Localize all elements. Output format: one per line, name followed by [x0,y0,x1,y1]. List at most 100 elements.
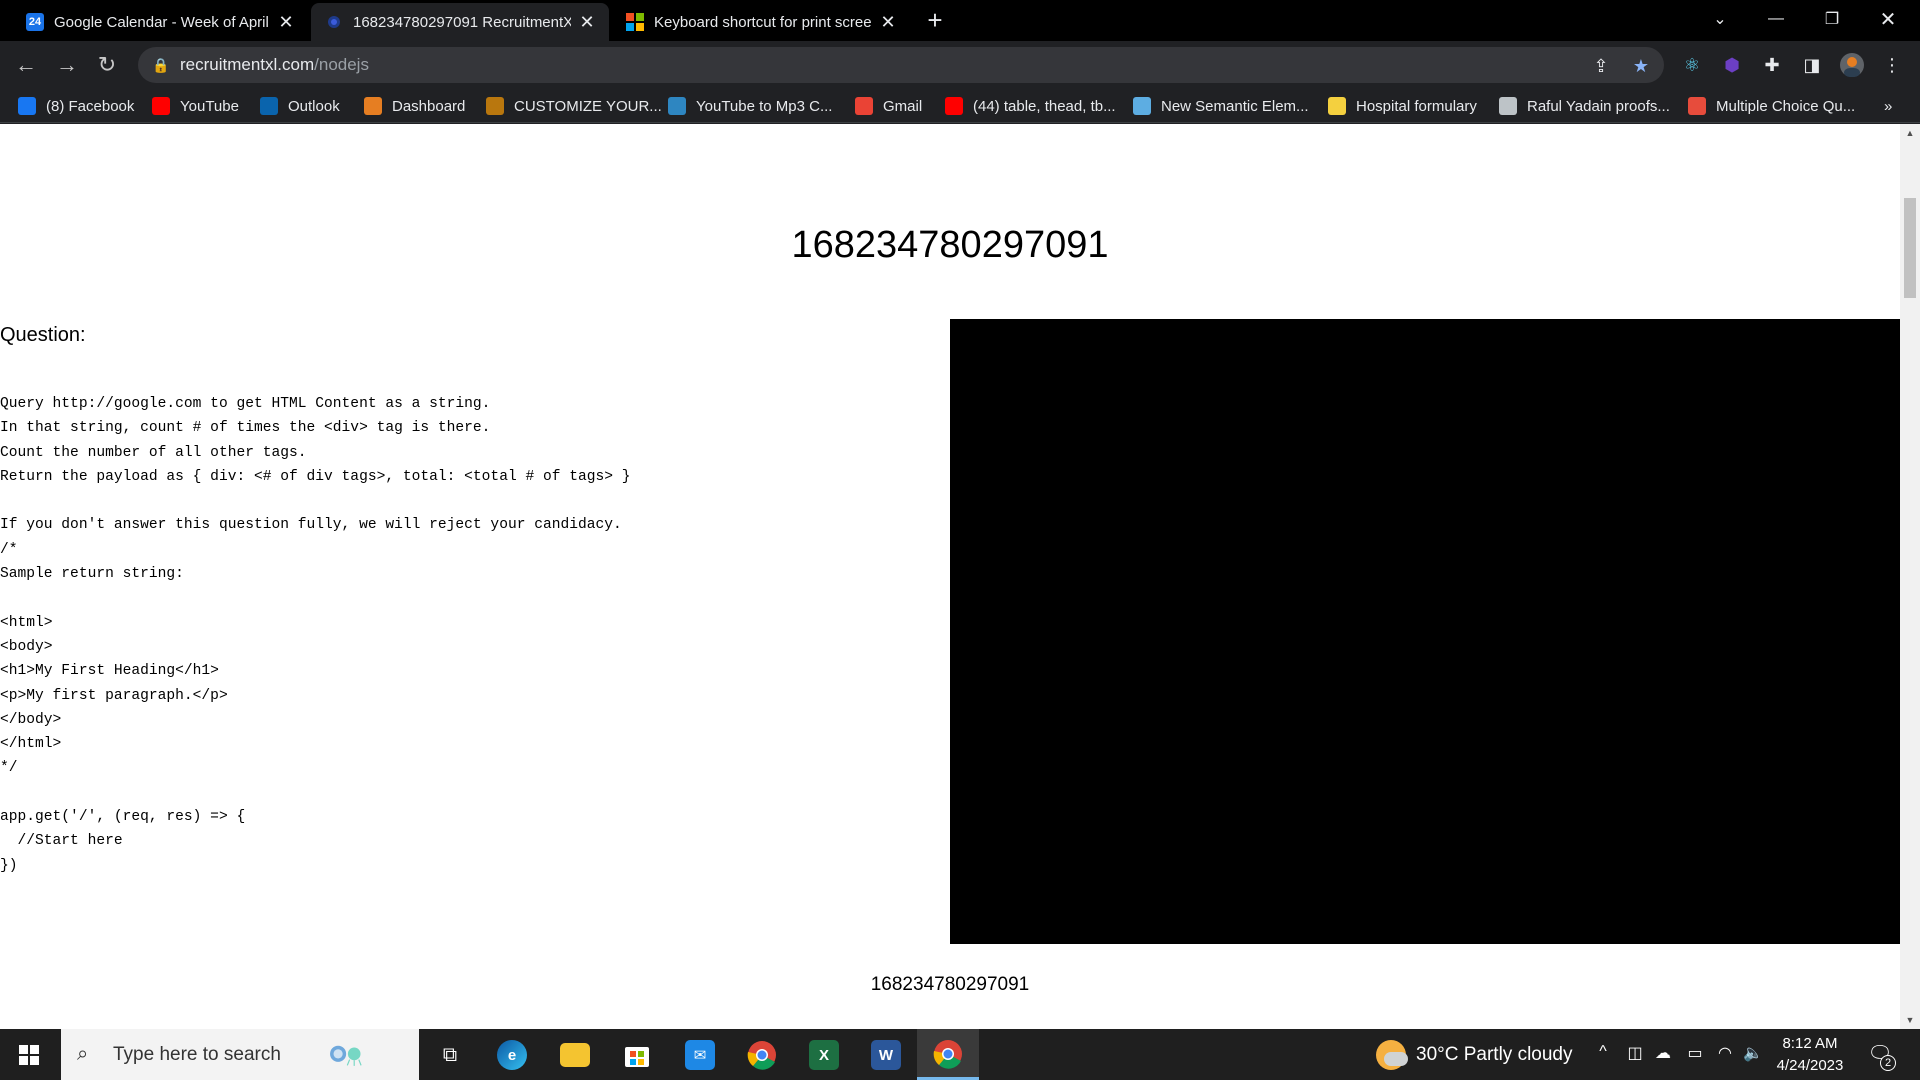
footer-id: 168234780297091 [870,974,1030,995]
meet-now-icon[interactable]: ◫ [1624,1043,1646,1063]
tab-google-calendar[interactable]: 24 Google Calendar - Week of April ✕ [12,3,308,41]
battery-icon[interactable]: ▭ [1684,1043,1706,1063]
bookmark-label: YouTube to Mp3 C... [696,97,833,115]
page-viewport: 168234780297091 Question: Query http://g… [0,124,1920,1029]
weather-text: 30°C Partly cloudy [1416,1043,1573,1065]
bookmarks-bar: (8) Facebook YouTube Outlook Dashboard CUSTO… [0,89,1920,123]
windows-logo-icon [19,1044,39,1065]
react-devtools-icon[interactable]: ⚛ [1680,53,1704,77]
bookmark-item[interactable]: YouTube [152,95,239,117]
close-tab-icon[interactable]: ✕ [880,12,896,33]
scrollbar-thumb[interactable] [1904,198,1916,298]
clock-time: 8:12 AM [1782,1035,1838,1052]
partly-cloudy-icon [1376,1039,1408,1070]
close-tab-icon[interactable]: ✕ [278,12,294,33]
bookmark-item[interactable]: Outlook [260,95,340,117]
video-player[interactable] [950,319,1900,944]
bookmark-item[interactable]: Hospital formulary [1328,95,1477,117]
url-host: recruitmentxl.com [180,55,315,74]
url-path: /nodejs [314,55,369,74]
bookmark-item[interactable]: CUSTOMIZE YOUR... [486,95,662,117]
youtube-icon [945,97,963,115]
bookmark-item[interactable]: Gmail [855,95,922,117]
minimize-button[interactable]: — [1748,0,1804,38]
browser-toolbar: ← → ↻ 🔒 recruitmentxl.com/nodejs ⇪ ★ ⚛ ⬢… [0,41,1920,89]
tab-title: 168234780297091 RecruitmentXL [353,13,571,31]
bookmark-item[interactable]: Multiple Choice Qu... [1688,95,1855,117]
document-icon [1499,97,1517,115]
system-clock[interactable]: 8:12 AM 4/24/2023 [1770,1033,1850,1077]
notification-count: 2 [1880,1055,1896,1071]
close-window-button[interactable]: ✕ [1860,0,1916,38]
file-explorer-icon[interactable] [552,1035,598,1075]
wifi-icon[interactable]: ◠ [1714,1043,1736,1063]
reload-button[interactable]: ↻ [91,49,123,81]
windows-start-button[interactable] [0,1029,58,1080]
profile-avatar[interactable] [1840,53,1864,77]
gmail-icon [855,97,873,115]
bookmark-item[interactable]: YouTube to Mp3 C... [668,95,832,117]
bookmark-star-icon[interactable]: ★ [1630,55,1652,77]
lock-icon[interactable]: 🔒 [152,57,169,74]
page-scrollbar[interactable]: ▲ ▼ [1900,124,1920,1029]
notification-center-icon[interactable]: 🗨 2 [1866,1041,1896,1071]
tab-recruitmentxl[interactable]: 168234780297091 RecruitmentXL ✕ [311,3,609,41]
extension-badge-icon[interactable]: ⬢ [1720,53,1744,77]
bookmark-item[interactable]: Raful Yadain proofs... [1499,95,1670,117]
address-bar[interactable]: 🔒 recruitmentxl.com/nodejs ⇪ ★ [138,47,1664,83]
calendar-icon: 24 [26,13,44,31]
edge-icon[interactable]: e [489,1035,535,1075]
clock-date: 4/24/2023 [1776,1057,1844,1074]
download-icon [668,97,686,115]
e-icon [1688,97,1706,115]
scroll-down-arrow-icon[interactable]: ▼ [1900,1011,1920,1029]
bookmark-item[interactable]: Dashboard [364,95,465,117]
volume-icon[interactable]: 🔈 [1742,1043,1764,1063]
word-icon[interactable]: W [863,1035,909,1075]
bookmark-label: (8) Facebook [46,97,135,115]
search-highlight-icon[interactable] [322,1035,368,1075]
search-icon: ⌕ [77,1043,89,1065]
scroll-up-arrow-icon[interactable]: ▲ [1900,124,1920,142]
question-label: Question: [0,324,86,346]
extensions-puzzle-icon[interactable]: ✚ [1760,53,1784,77]
chrome-icon[interactable] [739,1035,785,1075]
bookmark-item[interactable]: (44) table, thead, tb... [945,95,1116,117]
windows-taskbar: ⌕ Type here to search ⧉ e ✉ X W 30°C Par… [0,1029,1920,1080]
bookmark-label: Gmail [883,97,923,115]
restore-button[interactable]: ❐ [1804,0,1860,38]
back-button[interactable]: ← [10,49,42,81]
bookmark-label: Raful Yadain proofs... [1527,97,1670,115]
page-heading: 168234780297091 [791,224,1109,266]
task-view-icon[interactable]: ⧉ [427,1035,473,1075]
mail-icon[interactable]: ✉ [677,1035,723,1075]
bookmark-item[interactable]: (8) Facebook [18,95,134,117]
tab-keyboard-shortcut[interactable]: Keyboard shortcut for print scree ✕ [612,3,910,41]
semantic-icon [1133,97,1151,115]
dashboard-icon [364,97,382,115]
new-tab-button[interactable]: + [920,6,950,36]
youtube-icon [152,97,170,115]
chrome-active-task[interactable] [917,1029,979,1080]
bookmark-label: YouTube [180,97,239,115]
bookmark-label: Hospital formulary [1356,97,1477,115]
bookmark-item[interactable]: New Semantic Elem... [1133,95,1309,117]
question-code-block: Query http://google.com to get HTML Cont… [0,396,631,874]
hospital-icon [1328,97,1346,115]
bookmark-label: Dashboard [392,97,466,115]
onedrive-icon[interactable]: ☁ [1652,1043,1674,1063]
close-tab-icon[interactable]: ✕ [579,12,595,33]
bookmark-label: Multiple Choice Qu... [1716,97,1856,115]
url-text[interactable]: recruitmentxl.com/nodejs [180,55,369,75]
search-placeholder: Type here to search [113,1043,281,1065]
weather-widget[interactable]: 30°C Partly cloudy [1376,1029,1573,1080]
side-panel-icon[interactable]: ◨ [1800,53,1824,77]
excel-icon[interactable]: X [801,1035,847,1075]
bookmarks-overflow-button[interactable]: » [1884,95,1892,117]
microsoft-store-icon[interactable] [614,1035,660,1075]
show-hidden-icons-chevron[interactable]: ^ [1592,1043,1614,1061]
forward-button[interactable]: → [51,49,83,81]
menu-kebab-icon[interactable]: ⋮ [1880,53,1904,77]
share-icon[interactable]: ⇪ [1590,55,1612,77]
tab-search-chevron-icon[interactable]: ⌄ [1692,0,1748,38]
